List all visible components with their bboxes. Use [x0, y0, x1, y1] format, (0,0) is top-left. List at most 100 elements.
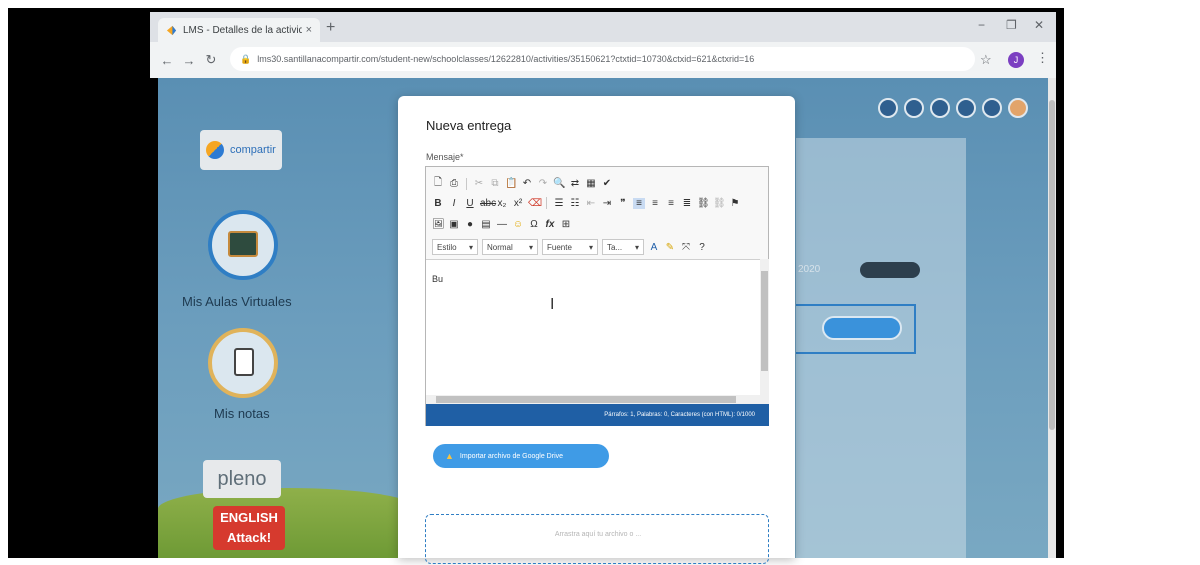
google-drive-import-button[interactable]: ▲ Importar archivo de Google Drive [433, 444, 609, 468]
paste-icon[interactable]: 📋 [505, 178, 517, 189]
flash-icon[interactable]: ▣ [448, 219, 460, 230]
close-window-button[interactable]: ✕ [1034, 18, 1044, 32]
browser-menu-icon[interactable]: ⋮ [1036, 50, 1049, 66]
table-icon[interactable]: ▤ [480, 219, 492, 230]
background-color-icon[interactable]: ✎ [664, 242, 676, 253]
italic-icon[interactable]: I [448, 198, 460, 209]
lock-icon: 🔒 [240, 53, 252, 64]
chevron-down-icon: ▾ [468, 242, 473, 252]
pleno-logo[interactable]: pleno [203, 460, 281, 498]
print-icon[interactable]: ⎙ [448, 178, 460, 189]
superscript-icon[interactable]: x² [512, 198, 524, 209]
minimize-button[interactable]: − [978, 18, 985, 32]
size-dropdown[interactable]: Ta... ▾ [602, 239, 644, 255]
new-tab-button[interactable]: + [326, 19, 335, 37]
underline-icon[interactable]: U [464, 198, 476, 209]
cut-icon[interactable]: ✂ [473, 178, 485, 189]
logo-text: compartir [230, 144, 276, 156]
bookmark-star-icon[interactable]: ☆ [980, 52, 992, 68]
format-dropdown[interactable]: Normal ▾ [482, 239, 538, 255]
address-bar[interactable]: 🔒 lms30.santillanacompartir.com/student-… [230, 47, 975, 71]
forward-arrow-icon[interactable]: → [178, 53, 200, 68]
font-dropdown[interactable]: Fuente ▾ [542, 239, 598, 255]
special-char-icon[interactable]: Ω [528, 219, 540, 230]
user-avatar-icon[interactable] [1008, 98, 1028, 118]
subscript-icon[interactable]: x₂ [496, 198, 508, 209]
tab-close-icon[interactable]: × [306, 24, 312, 36]
strike-icon[interactable]: abc [480, 198, 496, 209]
bulleted-list-icon[interactable]: ☷ [569, 198, 581, 209]
google-drive-button-label: Importar archivo de Google Drive [459, 452, 564, 460]
modal-title: Nueva entrega [426, 118, 512, 133]
preview-icon[interactable]: 🗋 [432, 175, 444, 192]
english-attack-top: ENGLISH [220, 510, 278, 525]
dropzone-text: Arrastra aquí tu archivo o ... [554, 531, 642, 538]
calendar-icon[interactable] [878, 98, 898, 118]
numbered-list-icon[interactable]: ☰ [553, 198, 565, 209]
reload-icon[interactable]: ↻ [200, 52, 222, 68]
outdent-icon[interactable]: ⇤ [585, 198, 597, 209]
unlink-icon[interactable]: ⛓ [713, 198, 726, 209]
restore-button[interactable]: ❐ [1006, 18, 1017, 32]
font-dropdown-label: Fuente [547, 242, 572, 252]
anchor-flag-icon[interactable]: ⚑ [729, 198, 741, 209]
help-icon[interactable] [982, 98, 1002, 118]
horizontal-line-icon[interactable]: ― [496, 219, 508, 230]
bold-icon[interactable]: B [432, 198, 444, 209]
copy-icon[interactable]: ⧉ [489, 178, 501, 189]
message-text: Bu [432, 274, 444, 284]
editor-vertical-scrollbar[interactable] [760, 259, 769, 395]
toolbar-separator [466, 177, 467, 190]
smiley-icon[interactable]: ☺ [512, 219, 524, 230]
remove-format-icon[interactable]: ⌫ [528, 198, 542, 209]
mis-notas-label[interactable]: Mis notas [214, 406, 270, 421]
mis-notas-button[interactable] [208, 328, 278, 398]
undo-icon[interactable]: ↶ [521, 178, 533, 189]
spellcheck-icon[interactable]: ✔ [601, 178, 613, 189]
aulas-virtuales-button[interactable] [208, 210, 278, 280]
compartir-logo[interactable]: compartir [200, 130, 282, 170]
text-color-icon[interactable]: A [648, 242, 660, 253]
blockquote-icon[interactable]: ❞ [617, 198, 629, 209]
editor-status-bar: Párrafos: 1, Palabras: 0, Caracteres (co… [426, 404, 769, 426]
english-attack-logo[interactable]: ENGLISH Attack! [213, 506, 285, 550]
editor-vertical-scroll-thumb[interactable] [761, 271, 768, 371]
style-dropdown-label: Estilo [437, 242, 457, 252]
editor-horizontal-scrollbar[interactable] [426, 395, 769, 404]
browser-tab-active[interactable]: LMS - Detalles de la actividad × [158, 18, 320, 42]
messages-icon[interactable] [930, 98, 950, 118]
chevron-down-icon: ▾ [634, 242, 639, 252]
help-question-icon[interactable]: ? [696, 242, 708, 253]
screenshot-frame: LMS - Detalles de la actividad × + − ❐ ✕… [0, 0, 1200, 565]
status-badge [860, 262, 920, 278]
align-right-icon[interactable]: ≡ [665, 198, 677, 209]
compartir-logo-icon [206, 141, 224, 159]
clock-icon[interactable] [904, 98, 924, 118]
message-text-area[interactable]: Bu I [426, 259, 760, 395]
redo-icon[interactable]: ↷ [537, 178, 549, 189]
editor-horizontal-scroll-thumb[interactable] [436, 396, 736, 403]
page-scrollbar-thumb[interactable] [1049, 100, 1055, 430]
select-all-icon[interactable]: ▦ [585, 178, 597, 189]
notifications-icon[interactable] [956, 98, 976, 118]
embed-icon[interactable]: ● [464, 219, 476, 230]
align-left-icon[interactable]: ≡ [633, 197, 645, 209]
nueva-entrega-button[interactable] [822, 316, 902, 340]
clipboard-icon [234, 348, 254, 376]
profile-avatar[interactable]: J [1008, 52, 1024, 68]
back-arrow-icon[interactable]: ← [156, 53, 178, 68]
find-icon[interactable]: 🔍 [553, 178, 565, 189]
align-center-icon[interactable]: ≡ [649, 198, 661, 209]
iframe-icon[interactable]: ⊞ [560, 219, 572, 230]
aulas-virtuales-label[interactable]: Mis Aulas Virtuales [182, 294, 292, 309]
indent-icon[interactable]: ⇥ [601, 198, 613, 209]
style-dropdown[interactable]: Estilo ▾ [432, 239, 478, 255]
replace-icon[interactable]: ⇄ [569, 178, 581, 189]
maximize-icon[interactable]: ⤧ [680, 242, 692, 253]
image-icon[interactable]: 🖼 [432, 219, 445, 230]
formula-icon[interactable]: fx [544, 219, 556, 230]
word-count-text: Párrafos: 1, Palabras: 0, Caracteres (co… [604, 412, 755, 418]
justify-icon[interactable]: ≣ [681, 198, 693, 209]
link-icon[interactable]: ⛓ [697, 198, 710, 209]
file-dropzone[interactable]: Arrastra aquí tu archivo o ... [425, 514, 769, 564]
